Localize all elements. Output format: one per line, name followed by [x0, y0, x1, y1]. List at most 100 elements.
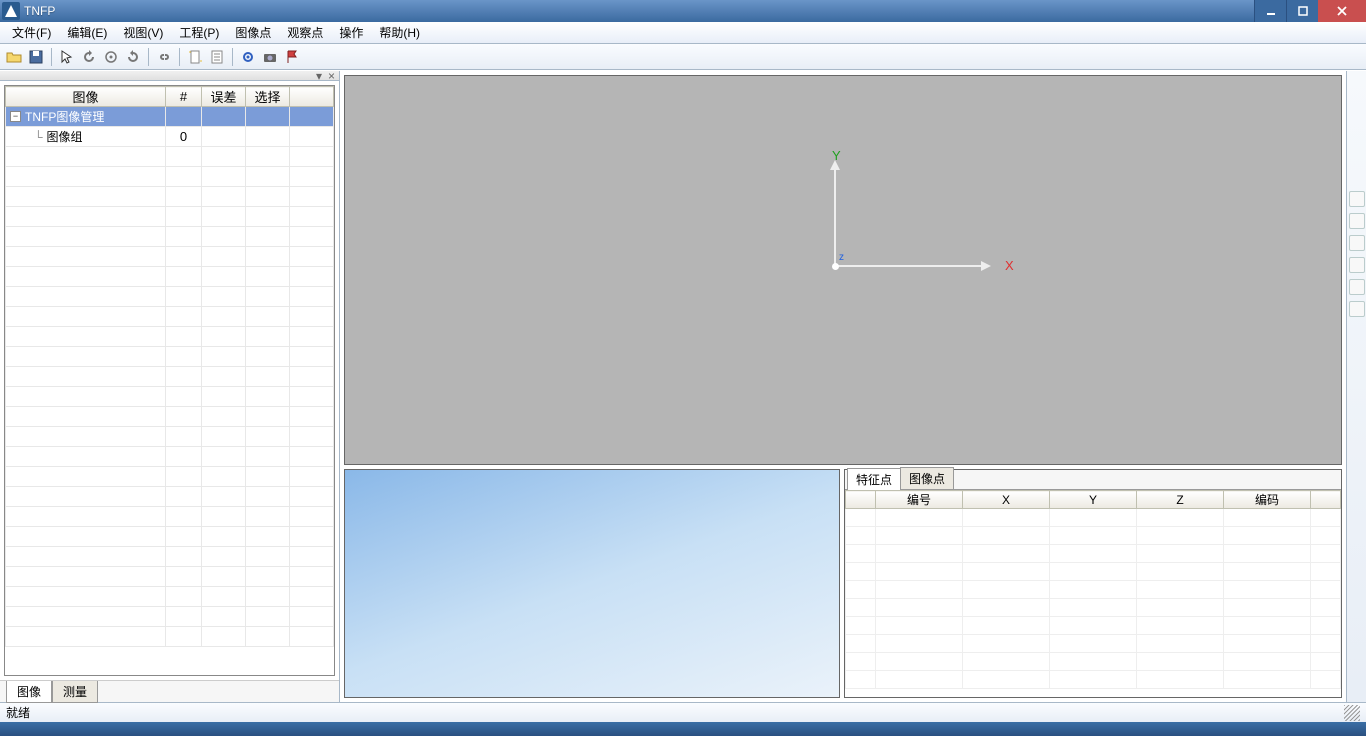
side-tool-3[interactable]: [1349, 235, 1365, 251]
side-tool-6[interactable]: [1349, 301, 1365, 317]
table-row: [846, 599, 1341, 617]
menu-bar: 文件(F) 编辑(E) 视图(V) 工程(P) 图像点 观察点 操作 帮助(H): [0, 22, 1366, 44]
table-row: [6, 427, 334, 447]
points-table[interactable]: 编号 X Y Z 编码: [845, 490, 1341, 689]
table-row: [6, 467, 334, 487]
menu-help[interactable]: 帮助(H): [371, 22, 428, 43]
col-y[interactable]: Y: [1050, 491, 1137, 509]
panel-header: ▾ ×: [0, 71, 339, 81]
flag-icon[interactable]: [282, 47, 302, 67]
side-tool-1[interactable]: [1349, 191, 1365, 207]
table-row: [846, 617, 1341, 635]
table-row: [846, 671, 1341, 689]
menu-observe-point[interactable]: 观察点: [279, 22, 331, 43]
open-icon[interactable]: [4, 47, 24, 67]
axis-z-label: z: [839, 252, 844, 263]
table-row: [6, 227, 334, 247]
image-tree-table[interactable]: 图像 # 误差 选择 −TNFP图像管理 └图像组 0: [5, 86, 334, 647]
toolbar: [0, 44, 1366, 70]
table-row: [6, 547, 334, 567]
menu-view[interactable]: 视图(V): [115, 22, 171, 43]
col-error[interactable]: 误差: [202, 87, 246, 107]
side-tool-5[interactable]: [1349, 279, 1365, 295]
side-tool-2[interactable]: [1349, 213, 1365, 229]
menu-image-point[interactable]: 图像点: [227, 22, 279, 43]
os-taskbar: [0, 722, 1366, 736]
left-panel: ▾ × 图像 # 误差 选择 −TNFP图像管理: [0, 71, 340, 702]
menu-edit[interactable]: 编辑(E): [59, 22, 115, 43]
table-row: [6, 487, 334, 507]
table-row: [6, 347, 334, 367]
table-row: [846, 527, 1341, 545]
expand-icon[interactable]: −: [10, 111, 21, 122]
left-tabs: 图像 测量: [0, 680, 339, 702]
table-row: [6, 607, 334, 627]
table-row: [6, 587, 334, 607]
title-bar: TNFP: [0, 0, 1366, 22]
window-title: TNFP: [24, 4, 1254, 18]
tab-image-point[interactable]: 图像点: [900, 467, 954, 489]
refresh-icon[interactable]: [79, 47, 99, 67]
tree-row-root[interactable]: −TNFP图像管理: [6, 107, 334, 127]
col-image[interactable]: 图像: [6, 87, 166, 107]
minimize-button[interactable]: [1254, 0, 1286, 22]
table-row: [846, 653, 1341, 671]
table-row: [6, 327, 334, 347]
axis-y-label: Y: [832, 148, 841, 163]
tree-group-count: 0: [166, 127, 202, 147]
table-row: [6, 187, 334, 207]
table-row: [6, 147, 334, 167]
camera-icon[interactable]: [260, 47, 280, 67]
gear-blue-icon[interactable]: [238, 47, 258, 67]
viewport-3d[interactable]: X Y z: [344, 75, 1342, 465]
table-row: [6, 267, 334, 287]
axis-x-label: X: [1005, 258, 1014, 273]
table-row: [846, 509, 1341, 527]
points-panel: 特征点 图像点 编号 X Y Z 编码: [844, 469, 1342, 698]
table-row: [6, 167, 334, 187]
menu-project[interactable]: 工程(P): [171, 22, 227, 43]
close-button[interactable]: [1318, 0, 1366, 22]
table-row: [6, 407, 334, 427]
col-code[interactable]: 编码: [1224, 491, 1311, 509]
cursor-icon[interactable]: [57, 47, 77, 67]
table-row: [6, 447, 334, 467]
table-row: [6, 527, 334, 547]
table-row: [6, 207, 334, 227]
side-tool-4[interactable]: [1349, 257, 1365, 273]
table-row: [846, 563, 1341, 581]
redo-icon[interactable]: [123, 47, 143, 67]
resize-grip-icon[interactable]: [1344, 705, 1360, 721]
table-row: [6, 367, 334, 387]
link-icon[interactable]: [154, 47, 174, 67]
col-count[interactable]: #: [166, 87, 202, 107]
save-icon[interactable]: [26, 47, 46, 67]
table-row: [6, 387, 334, 407]
tab-measure[interactable]: 测量: [52, 681, 98, 703]
tree-group-label: 图像组: [47, 128, 83, 145]
tree-row-group[interactable]: └图像组 0: [6, 127, 334, 147]
status-text: 就绪: [6, 704, 30, 721]
table-row: [6, 307, 334, 327]
tab-feature-point[interactable]: 特征点: [847, 468, 901, 490]
table-row: [846, 635, 1341, 653]
menu-operate[interactable]: 操作: [331, 22, 371, 43]
maximize-button[interactable]: [1286, 0, 1318, 22]
tab-image[interactable]: 图像: [6, 681, 52, 703]
table-row: [6, 627, 334, 647]
menu-file[interactable]: 文件(F): [4, 22, 59, 43]
tree-root-label: TNFP图像管理: [25, 108, 104, 125]
target-icon[interactable]: [101, 47, 121, 67]
preview-panel[interactable]: [344, 469, 840, 698]
doc-lines-icon[interactable]: [207, 47, 227, 67]
table-row: [846, 545, 1341, 563]
col-z[interactable]: Z: [1137, 491, 1224, 509]
col-x[interactable]: X: [963, 491, 1050, 509]
table-row: [6, 507, 334, 527]
side-toolbar: [1346, 71, 1366, 702]
table-row: [6, 247, 334, 267]
col-id[interactable]: 编号: [876, 491, 963, 509]
doc-sparkle-icon[interactable]: [185, 47, 205, 67]
status-bar: 就绪: [0, 702, 1366, 722]
col-select[interactable]: 选择: [246, 87, 290, 107]
